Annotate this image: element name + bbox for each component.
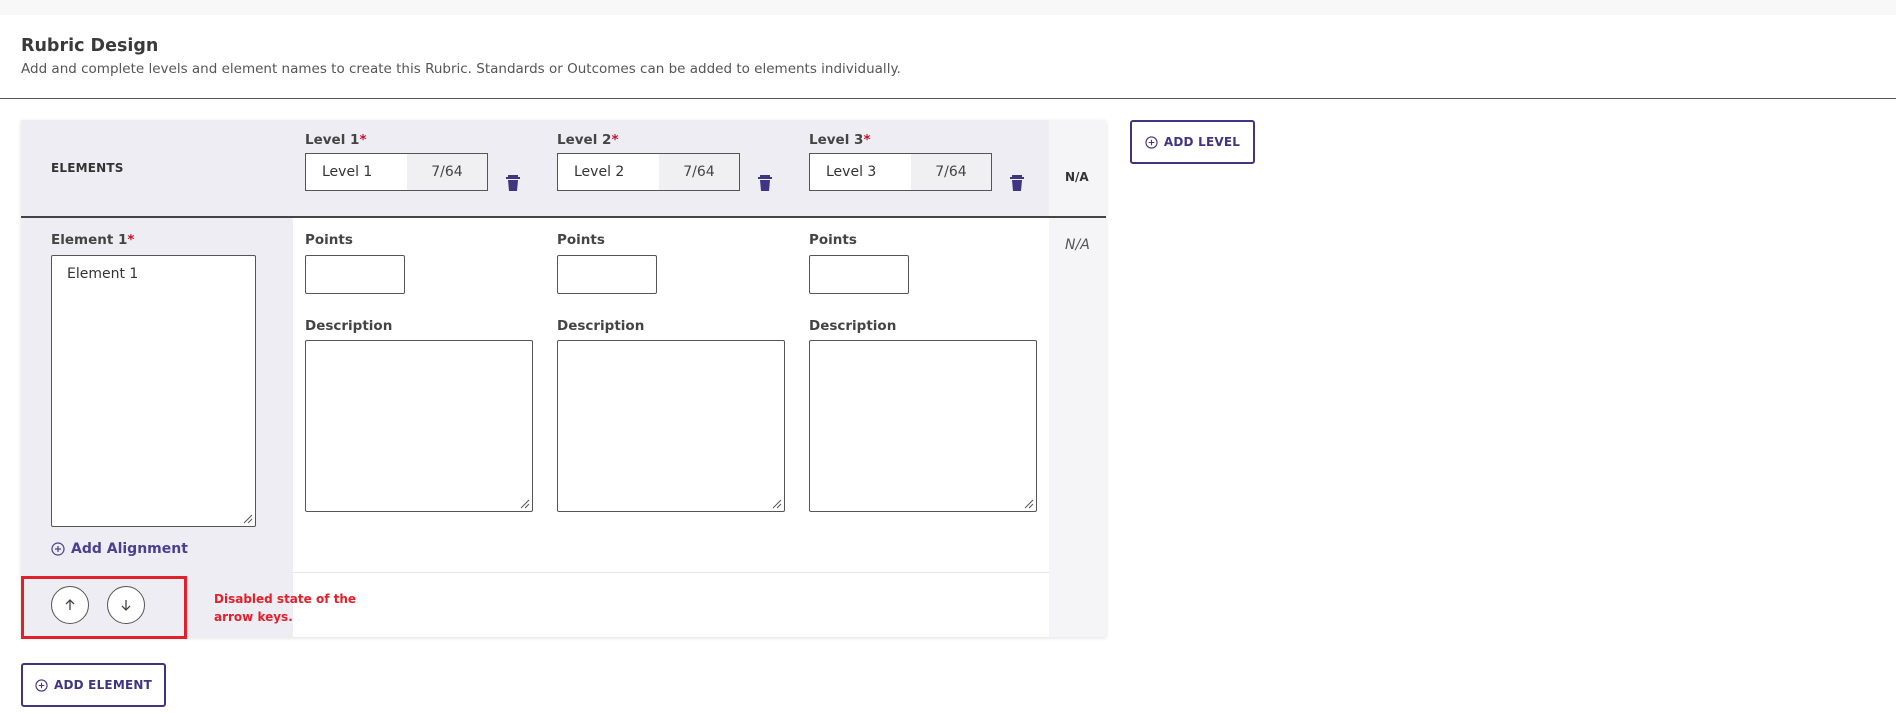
level-2-name-input[interactable]: Level 2 7/64 — [557, 153, 740, 191]
level-1-label: Level 1* — [305, 132, 367, 148]
level-1-description-textarea[interactable] — [305, 340, 533, 512]
level-2-description-textarea[interactable] — [557, 340, 785, 512]
resize-grip-icon[interactable] — [772, 499, 782, 509]
element-1-label: Element 1* — [51, 232, 134, 248]
delete-level-1-icon[interactable] — [505, 174, 521, 192]
level-1-name-value[interactable]: Level 1 — [306, 154, 407, 190]
level-3-label-text: Level 3 — [809, 132, 864, 148]
add-element-button[interactable]: ADD ELEMENT — [21, 663, 166, 707]
level-3-name-input[interactable]: Level 3 7/64 — [809, 153, 992, 191]
level-3-points-input[interactable] — [809, 255, 909, 294]
required-mark: * — [127, 232, 135, 248]
element-1-name-value[interactable]: Element 1 — [67, 266, 138, 282]
add-alignment-link[interactable]: Add Alignment — [51, 541, 188, 557]
points-label: Points — [809, 232, 857, 248]
level-2-name-value[interactable]: Level 2 — [558, 154, 659, 190]
resize-grip-icon[interactable] — [1024, 499, 1034, 509]
level-2-label-text: Level 2 — [557, 132, 612, 148]
level-3-name-value[interactable]: Level 3 — [810, 154, 911, 190]
resize-grip-icon[interactable] — [520, 499, 530, 509]
description-label: Description — [305, 318, 393, 334]
required-mark: * — [863, 132, 871, 148]
header-divider — [21, 216, 1106, 218]
level-1-points-input[interactable] — [305, 255, 405, 294]
annotation-note: Disabled state of the arrow keys. — [214, 592, 357, 624]
plus-circle-icon — [35, 678, 48, 692]
required-mark: * — [359, 132, 367, 148]
page-subtitle: Add and complete levels and element name… — [21, 61, 901, 77]
element-1-label-text: Element 1 — [51, 232, 128, 248]
resize-grip-icon[interactable] — [243, 514, 253, 524]
add-level-button[interactable]: ADD LEVEL — [1130, 120, 1255, 164]
level-2-label: Level 2* — [557, 132, 619, 148]
divider — [0, 98, 1896, 99]
arrow-up-icon — [65, 599, 75, 610]
element-1-name-textarea[interactable]: Element 1 — [51, 255, 256, 527]
plus-circle-icon — [51, 542, 65, 556]
level-1-label-text: Level 1 — [305, 132, 360, 148]
annotation-highlight-box — [21, 576, 187, 639]
level-2-char-count: 7/64 — [659, 154, 739, 190]
points-label: Points — [557, 232, 605, 248]
level-1-char-count: 7/64 — [407, 154, 487, 190]
elements-column-header: ELEMENTS — [51, 161, 124, 175]
row-divider — [293, 572, 1049, 573]
top-strip — [0, 0, 1896, 15]
plus-circle-icon — [1145, 135, 1158, 149]
level-3-char-count: 7/64 — [911, 154, 991, 190]
add-alignment-label[interactable]: Add Alignment — [71, 541, 188, 557]
level-2-points-input[interactable] — [557, 255, 657, 294]
page-title: Rubric Design — [21, 36, 159, 56]
move-element-up-button[interactable] — [51, 586, 89, 624]
delete-level-2-icon[interactable] — [757, 174, 773, 192]
na-column-header: N/A — [1065, 170, 1089, 184]
level-1-name-input[interactable]: Level 1 7/64 — [305, 153, 488, 191]
points-label: Points — [305, 232, 353, 248]
description-label: Description — [557, 318, 645, 334]
level-3-description-textarea[interactable] — [809, 340, 1037, 512]
add-element-label[interactable]: ADD ELEMENT — [54, 678, 152, 692]
add-level-label[interactable]: ADD LEVEL — [1164, 135, 1240, 149]
description-label: Description — [809, 318, 897, 334]
level-3-label: Level 3* — [809, 132, 871, 148]
delete-level-3-icon[interactable] — [1009, 174, 1025, 192]
arrow-down-icon — [121, 600, 131, 611]
required-mark: * — [611, 132, 619, 148]
na-column-background — [1049, 120, 1106, 637]
na-cell-value: N/A — [1065, 237, 1090, 253]
move-element-down-button[interactable] — [107, 586, 145, 624]
